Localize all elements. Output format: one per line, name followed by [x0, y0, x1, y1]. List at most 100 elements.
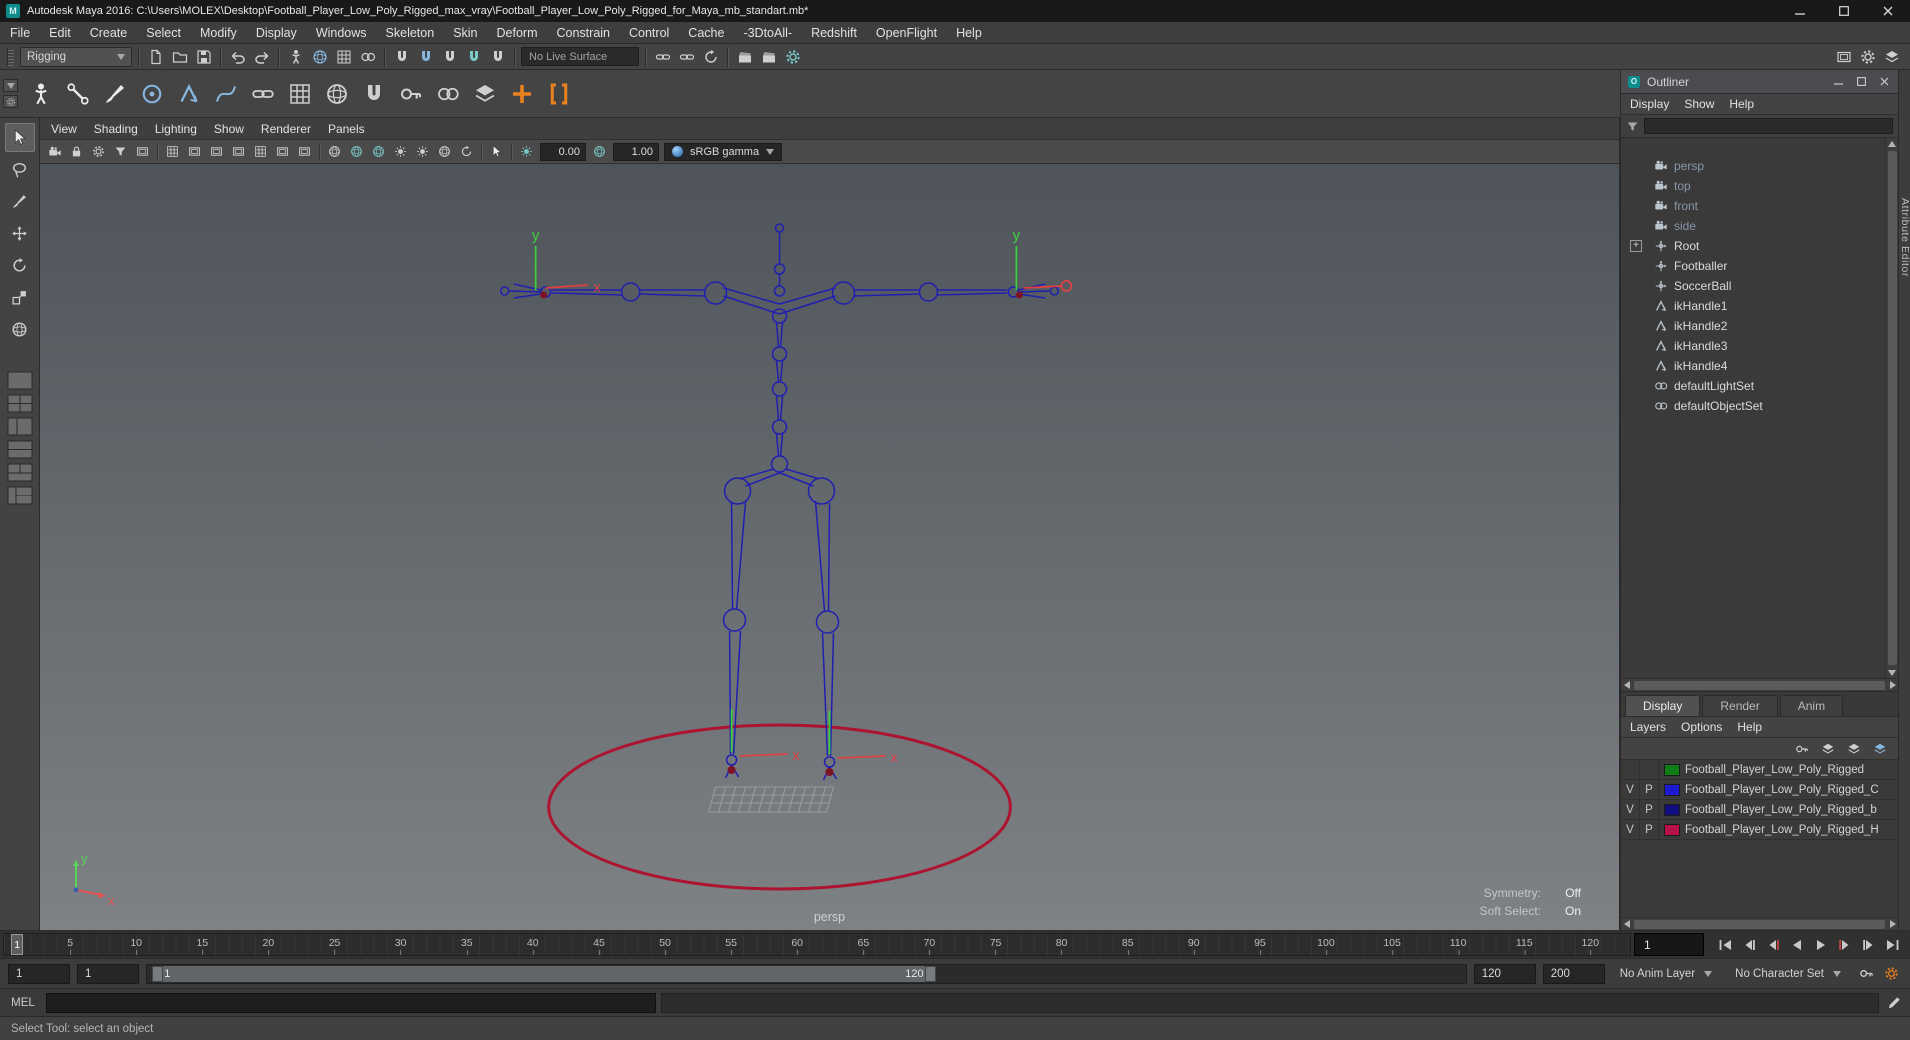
- film-gate-icon[interactable]: [184, 142, 205, 161]
- layer-name[interactable]: Football_Player_Low_Poly_Rigged_b: [1685, 804, 1898, 816]
- scroll-up-icon[interactable]: [1887, 138, 1898, 149]
- single-pane-layout-button[interactable]: [7, 371, 33, 390]
- layer-help-menu[interactable]: Help: [1737, 720, 1762, 734]
- last-tool-slot[interactable]: [5, 315, 35, 344]
- resolution-gate-icon[interactable]: [206, 142, 227, 161]
- outliner-search-input[interactable]: [1644, 118, 1893, 134]
- paint-select-tool[interactable]: [5, 187, 35, 216]
- layer-playback-toggle[interactable]: [1640, 760, 1659, 779]
- tool-settings-toggle-icon[interactable]: [1857, 46, 1878, 67]
- layer-color-swatch[interactable]: [1664, 783, 1680, 796]
- menu-openflight[interactable]: OpenFlight: [876, 26, 937, 40]
- layer-row[interactable]: V P Football_Player_Low_Poly_Rigged_C: [1621, 780, 1898, 800]
- outliner-item-ikhandle2[interactable]: ikHandle2: [1621, 316, 1885, 336]
- contrast-icon[interactable]: [589, 142, 610, 161]
- two-pane-stacked-layout-button[interactable]: [7, 440, 33, 459]
- ipr-render-icon[interactable]: [758, 46, 779, 67]
- menu-3dtoall[interactable]: -3DtoAll-: [743, 26, 792, 40]
- script-editor-icon[interactable]: [1884, 992, 1905, 1013]
- live-surface-field[interactable]: No Live Surface: [521, 47, 639, 66]
- outliner-horizontal-scrollbar[interactable]: [1621, 678, 1898, 691]
- motion-blur-icon[interactable]: [456, 142, 477, 161]
- options-menu[interactable]: Options: [1681, 720, 1722, 734]
- attribute-editor-tab[interactable]: Attribute Editor: [1899, 198, 1910, 277]
- render-settings-icon[interactable]: [782, 46, 803, 67]
- layer-playback-toggle[interactable]: P: [1640, 820, 1659, 839]
- scroll-right-icon[interactable]: [1887, 680, 1898, 691]
- status-separator[interactable]: [278, 46, 279, 67]
- outliner-item-root[interactable]: + Root: [1621, 236, 1885, 256]
- menu-cache[interactable]: Cache: [688, 26, 724, 40]
- tab-render[interactable]: Render: [1702, 695, 1778, 716]
- scrollbar-thumb[interactable]: [1634, 680, 1885, 690]
- panel-menu-renderer[interactable]: Renderer: [261, 122, 311, 136]
- outliner-menu-show[interactable]: Show: [1684, 97, 1714, 111]
- shelf-item-mirror-joint[interactable]: [431, 76, 465, 112]
- channel-box-toggle-icon[interactable]: [1881, 46, 1902, 67]
- menu-file[interactable]: File: [10, 26, 30, 40]
- shelf-item-set-driven-key[interactable]: [542, 76, 576, 112]
- layer-playback-toggle[interactable]: P: [1640, 780, 1659, 799]
- play-backwards-button[interactable]: [1785, 934, 1808, 956]
- outliner-menu-display[interactable]: Display: [1630, 97, 1669, 111]
- layer-visibility-toggle[interactable]: V: [1621, 820, 1640, 839]
- menu-modify[interactable]: Modify: [200, 26, 237, 40]
- command-result-field[interactable]: [661, 992, 1879, 1013]
- screen-ao-icon[interactable]: [434, 142, 455, 161]
- shelf-item-skeleton[interactable]: [61, 76, 95, 112]
- construction-history-icon[interactable]: [700, 46, 721, 67]
- outliner-filter-icon[interactable]: [1626, 120, 1639, 133]
- play-forwards-button[interactable]: [1809, 934, 1832, 956]
- status-separator[interactable]: [384, 46, 385, 67]
- scrollbar-thumb[interactable]: [1634, 919, 1885, 929]
- scrollbar-thumb[interactable]: [1887, 151, 1897, 665]
- step-back-frame-button[interactable]: [1737, 934, 1760, 956]
- snap-plane-icon[interactable]: [463, 46, 484, 67]
- layer-row[interactable]: V P Football_Player_Low_Poly_Rigged_b: [1621, 800, 1898, 820]
- layer-horizontal-scrollbar[interactable]: [1621, 917, 1898, 930]
- panel-menu-lighting[interactable]: Lighting: [155, 122, 197, 136]
- select-asset-icon[interactable]: [357, 46, 378, 67]
- layer-row[interactable]: Football_Player_Low_Poly_Rigged: [1621, 760, 1898, 780]
- layer-visibility-toggle[interactable]: [1621, 760, 1640, 779]
- outliner-item-top[interactable]: top: [1621, 176, 1885, 196]
- outliner-item-front[interactable]: front: [1621, 196, 1885, 216]
- exposure-field[interactable]: 0.00: [540, 142, 586, 161]
- current-frame-field[interactable]: 1: [1634, 933, 1704, 956]
- panel-menu-view[interactable]: View: [51, 122, 77, 136]
- outliner-item-persp[interactable]: persp: [1621, 156, 1885, 176]
- menu-select[interactable]: Select: [146, 26, 181, 40]
- menu-set-selector[interactable]: Rigging: [20, 46, 132, 67]
- layer-row[interactable]: V P Football_Player_Low_Poly_Rigged_H: [1621, 820, 1898, 840]
- exposure-icon[interactable]: [516, 142, 537, 161]
- scroll-left-icon[interactable]: [1621, 919, 1632, 930]
- step-forward-frame-button[interactable]: [1857, 934, 1880, 956]
- shelf-item-bind-skin[interactable]: [246, 76, 280, 112]
- panel-menu-panels[interactable]: Panels: [328, 122, 365, 136]
- rotate-tool[interactable]: [5, 251, 35, 280]
- tab-display[interactable]: Display: [1625, 695, 1701, 716]
- new-layer-icon[interactable]: [1843, 738, 1864, 759]
- menu-edit[interactable]: Edit: [49, 26, 71, 40]
- expand-icon[interactable]: +: [1630, 240, 1642, 252]
- shelf-item-set-key[interactable]: [394, 76, 428, 112]
- select-hierarchy-icon[interactable]: [285, 46, 306, 67]
- save-scene-icon[interactable]: [193, 46, 214, 67]
- shelf-item-add-attribute[interactable]: [505, 76, 539, 112]
- camera-attributes-icon[interactable]: [88, 142, 109, 161]
- layer-color-swatch[interactable]: [1664, 763, 1680, 776]
- outliner-item-defaultlightset[interactable]: defaultLightSet: [1621, 376, 1885, 396]
- scale-tool[interactable]: [5, 283, 35, 312]
- isolate-select-icon[interactable]: [486, 142, 507, 161]
- anim-layer-dropdown[interactable]: No Anim Layer: [1612, 964, 1720, 984]
- command-input[interactable]: [46, 992, 656, 1013]
- shelf-item-paint-skin-weights[interactable]: [98, 76, 132, 112]
- skeleton-rig[interactable]: [499, 223, 1060, 781]
- wireframe-icon[interactable]: [324, 142, 345, 161]
- gate-mask-icon[interactable]: [228, 142, 249, 161]
- shelf-item-layers[interactable]: [468, 76, 502, 112]
- textured-icon[interactable]: [368, 142, 389, 161]
- outliner-item-ikhandle1[interactable]: ikHandle1: [1621, 296, 1885, 316]
- scroll-right-icon[interactable]: [1887, 919, 1898, 930]
- playback-end-field[interactable]: 120: [1473, 963, 1536, 984]
